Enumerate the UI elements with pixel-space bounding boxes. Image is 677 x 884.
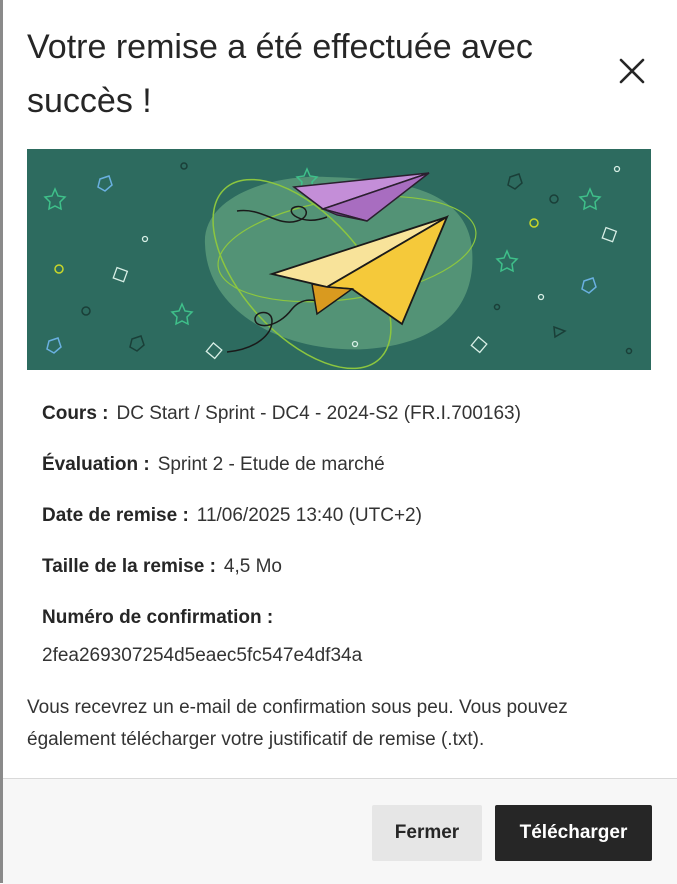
submission-date-value: 11/06/2025 13:40 (UTC+2) <box>196 505 422 526</box>
submission-size-label: Taille de la remise : <box>42 556 216 577</box>
confirmation-number-label: Numéro de confirmation : <box>42 607 274 628</box>
confirmation-note: Vous recevrez un e-mail de confirmation … <box>27 697 568 750</box>
course-row: Cours : DC Start / Sprint - DC4 - 2024-S2… <box>42 403 521 425</box>
assessment-value: Sprint 2 - Etude de marché <box>157 454 385 475</box>
paper-planes-illustration <box>27 149 651 370</box>
submission-date-label: Date de remise : <box>42 505 189 526</box>
course-value: DC Start / Sprint - DC4 - 2024-S2 (FR.I.… <box>116 403 521 424</box>
course-label: Cours : <box>42 403 109 424</box>
dialog-footer: Fermer Télécharger <box>3 778 677 884</box>
confirmation-number-row: Numéro de confirmation : <box>42 607 281 629</box>
confirmation-number-value: 2fea269307254d5eaec5fc547e4df34a <box>42 645 363 666</box>
dialog-title: Votre remise a été effectuée avec succès… <box>27 28 533 120</box>
submission-size-value: 4,5 Mo <box>223 556 282 577</box>
download-receipt-button[interactable]: Télécharger <box>495 805 652 861</box>
submission-success-dialog: Votre remise a été effectuée avec succès… <box>3 0 677 884</box>
close-icon <box>619 58 645 84</box>
close-dialog-button[interactable]: Fermer <box>372 805 482 861</box>
submission-size-row: Taille de la remise : 4,5 Mo <box>42 556 282 578</box>
assessment-label: Évaluation : <box>42 454 150 475</box>
submission-date-row: Date de remise : 11/06/2025 13:40 (UTC+2) <box>42 505 422 527</box>
close-button[interactable] <box>613 52 651 90</box>
assessment-row: Évaluation : Sprint 2 - Etude de marché <box>42 454 385 476</box>
